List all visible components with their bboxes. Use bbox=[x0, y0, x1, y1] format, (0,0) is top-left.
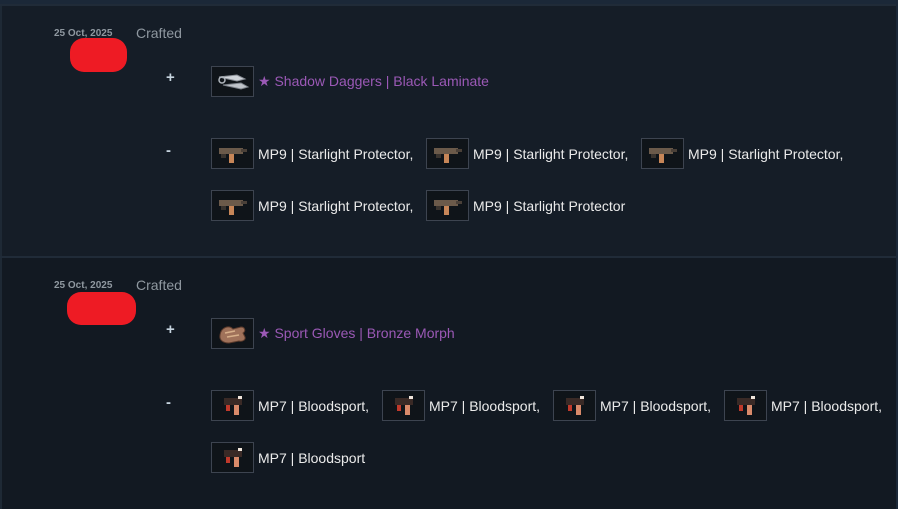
entry-event: Crafted bbox=[136, 277, 182, 293]
received-sign: + bbox=[166, 69, 175, 86]
divider bbox=[0, 258, 2, 509]
smg-icon bbox=[211, 138, 254, 169]
history-entry: 25 Oct, 2025 Crafted + ★ Shadow Daggers … bbox=[0, 4, 896, 258]
given-item[interactable]: MP9 | Starlight Protector, bbox=[211, 138, 413, 169]
inventory-history: 25 Oct, 2025 Crafted + ★ Shadow Daggers … bbox=[0, 0, 898, 509]
item-name: MP9 | Starlight Protector, bbox=[258, 197, 414, 214]
divider bbox=[0, 6, 2, 258]
item-name: MP9 | Starlight Protector, bbox=[688, 145, 844, 162]
received-item[interactable]: ★ Shadow Daggers | Black Laminate bbox=[211, 66, 489, 97]
item-name: MP9 | Starlight Protector, bbox=[258, 145, 414, 162]
smg-icon bbox=[382, 390, 425, 421]
given-item[interactable]: MP9 | Starlight Protector, bbox=[211, 190, 413, 221]
gloves-icon bbox=[211, 318, 254, 349]
item-name: MP7 | Bloodsport, bbox=[600, 397, 712, 414]
given-sign: - bbox=[166, 394, 171, 411]
redaction-mark bbox=[67, 292, 136, 325]
given-item[interactable]: MP7 | Bloodsport, bbox=[553, 390, 711, 421]
given-item[interactable]: MP9 | Starlight Protector bbox=[426, 190, 625, 221]
item-name: MP9 | Starlight Protector bbox=[473, 197, 626, 214]
given-item[interactable]: MP9 | Starlight Protector, bbox=[641, 138, 843, 169]
smg-icon bbox=[724, 390, 767, 421]
item-name: ★ Shadow Daggers | Black Laminate bbox=[258, 73, 489, 89]
given-item[interactable]: MP7 | Bloodsport bbox=[211, 442, 365, 473]
given-item[interactable]: MP7 | Bloodsport, bbox=[724, 390, 882, 421]
entry-event: Crafted bbox=[136, 25, 182, 41]
given-item[interactable]: MP7 | Bloodsport, bbox=[211, 390, 369, 421]
knife-icon bbox=[211, 66, 254, 97]
given-item[interactable]: MP7 | Bloodsport, bbox=[382, 390, 540, 421]
history-entry: 25 Oct, 2025 Crafted + ★ Sport Gloves | … bbox=[0, 256, 896, 509]
received-item[interactable]: ★ Sport Gloves | Bronze Morph bbox=[211, 318, 455, 349]
smg-icon bbox=[211, 190, 254, 221]
entry-date: 25 Oct, 2025 bbox=[54, 280, 113, 291]
smg-icon bbox=[426, 190, 469, 221]
smg-icon bbox=[211, 390, 254, 421]
item-name: MP7 | Bloodsport, bbox=[771, 397, 883, 414]
smg-icon bbox=[553, 390, 596, 421]
given-item[interactable]: MP9 | Starlight Protector, bbox=[426, 138, 628, 169]
smg-icon bbox=[211, 442, 254, 473]
item-name: MP7 | Bloodsport bbox=[258, 449, 366, 466]
given-sign: - bbox=[166, 142, 171, 159]
smg-icon bbox=[641, 138, 684, 169]
received-sign: + bbox=[166, 321, 175, 338]
smg-icon bbox=[426, 138, 469, 169]
item-name: MP7 | Bloodsport, bbox=[429, 397, 541, 414]
redaction-mark bbox=[70, 38, 127, 72]
item-name: MP7 | Bloodsport, bbox=[258, 397, 370, 414]
item-name: ★ Sport Gloves | Bronze Morph bbox=[258, 325, 455, 341]
item-name: MP9 | Starlight Protector, bbox=[473, 145, 629, 162]
